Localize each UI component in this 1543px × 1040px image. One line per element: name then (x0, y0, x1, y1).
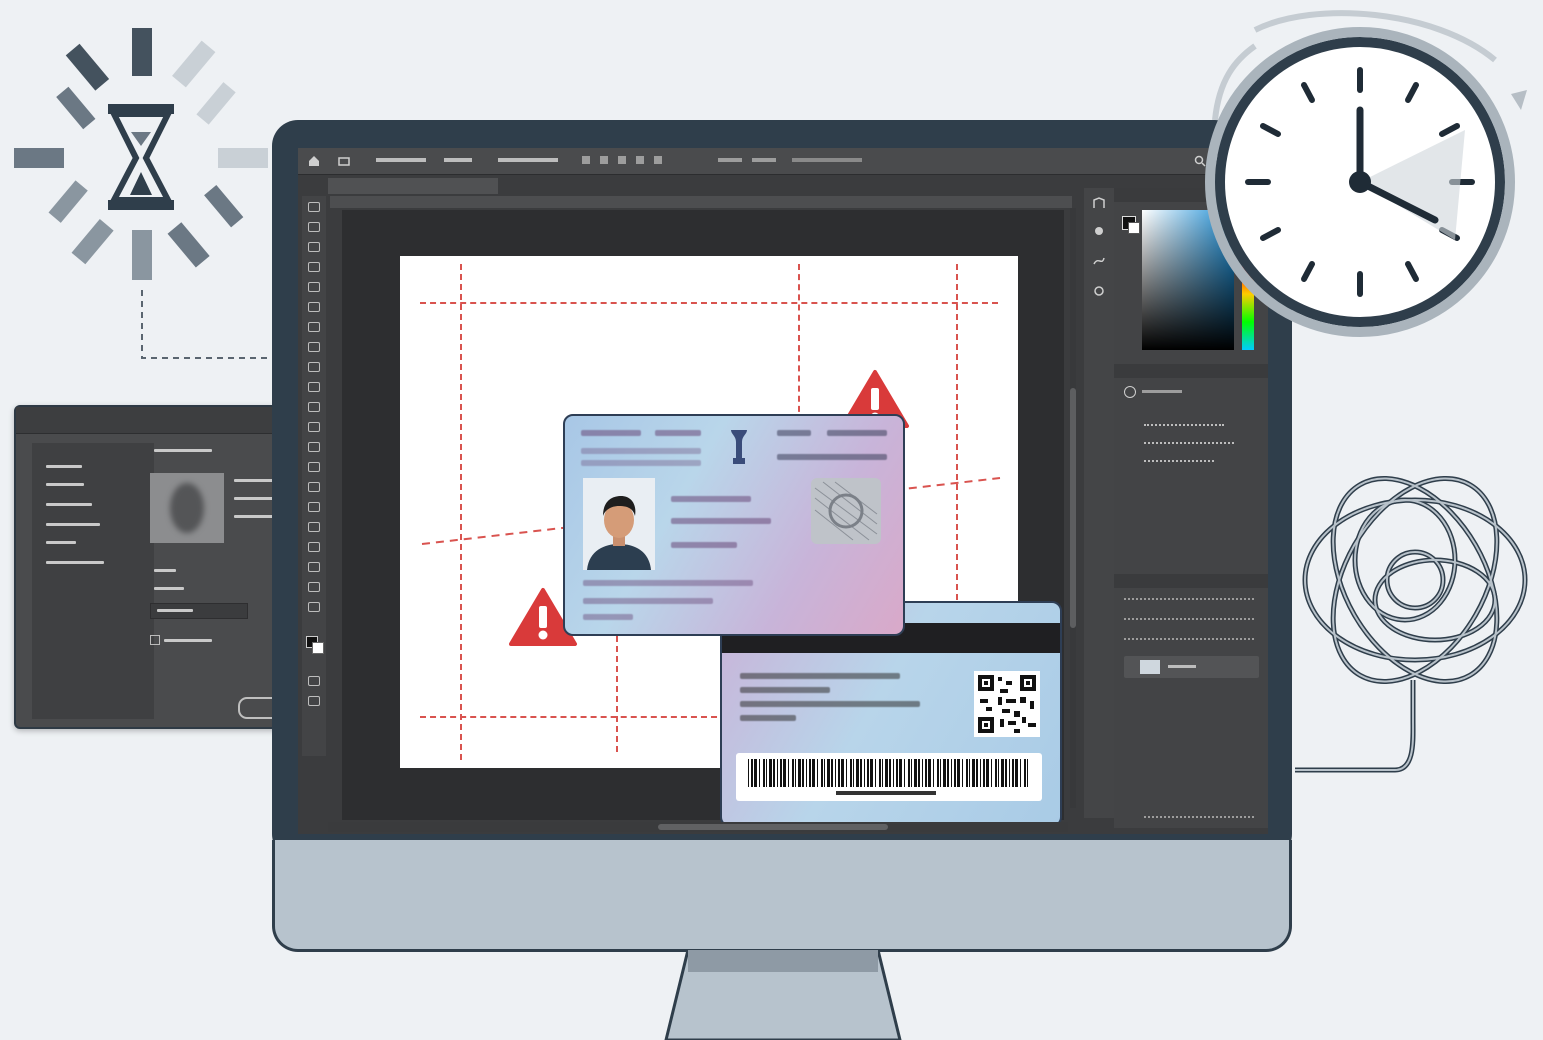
layers-panel-header (1114, 574, 1268, 588)
id-card-front[interactable] (563, 414, 905, 636)
image-editor-window (298, 148, 1268, 834)
menu-option[interactable] (752, 158, 776, 162)
monitor-stand (664, 950, 902, 1040)
screen-mode-icon[interactable] (308, 696, 320, 706)
layer-actions[interactable] (1144, 816, 1254, 826)
document-canvas[interactable] (400, 256, 1062, 827)
list-item[interactable] (46, 541, 76, 544)
monitor-chin (272, 840, 1292, 952)
menu-option[interactable] (376, 158, 426, 162)
layer-opacity-controls[interactable] (1124, 618, 1254, 628)
dialog-text (234, 479, 274, 482)
magic-wand-tool-icon[interactable] (308, 262, 320, 272)
libraries-icon[interactable] (1092, 284, 1106, 298)
dialog-checkbox[interactable] (150, 635, 160, 645)
path-select-tool-icon[interactable] (308, 522, 320, 532)
crop-tool-icon[interactable] (308, 282, 320, 292)
brush-tool-icon[interactable] (308, 342, 320, 352)
pen-tool-icon[interactable] (308, 482, 320, 492)
tangled-cable-icon (1295, 476, 1528, 773)
edit-toolbar-icon[interactable] (308, 602, 320, 612)
tools-panel (302, 196, 326, 756)
blur-tool-icon[interactable] (308, 442, 320, 452)
side-dialog-window (14, 405, 298, 729)
dialog-label (154, 569, 176, 572)
horizontal-ruler (330, 196, 1072, 208)
horizontal-scrollbar[interactable] (658, 824, 888, 830)
background-color-swatch[interactable] (312, 642, 324, 654)
menu-option[interactable] (792, 158, 862, 162)
dialog-text (234, 515, 274, 518)
hand-tool-icon[interactable] (308, 562, 320, 572)
layer-thumbnail (1140, 660, 1160, 674)
properties-panel-header (1114, 364, 1268, 378)
brush-settings-icon[interactable] (1092, 224, 1106, 238)
adjust-icon[interactable] (1092, 254, 1106, 268)
loading-spinner-icon (14, 28, 268, 280)
home-icon[interactable] (308, 155, 320, 167)
qr-code-icon (974, 671, 1040, 737)
dialog-checkbox-label (164, 639, 212, 642)
list-item[interactable] (46, 503, 92, 506)
menu-option[interactable] (718, 158, 742, 162)
dialog-menu-list (32, 443, 154, 719)
properties-icon (1124, 386, 1136, 398)
dialog-dropdown[interactable] (150, 603, 248, 619)
type-tool-icon[interactable] (308, 502, 320, 512)
dialog-titlebar (16, 407, 296, 434)
barcode-icon (736, 753, 1042, 801)
person-photo-icon (583, 478, 655, 570)
dodge-tool-icon[interactable] (308, 462, 320, 472)
properties-controls[interactable] (1144, 424, 1234, 464)
zoom-tool-icon[interactable] (308, 582, 320, 592)
shape-tool-icon[interactable] (308, 542, 320, 552)
hourglass-icon (108, 104, 174, 210)
list-item[interactable] (46, 523, 100, 526)
menu-bar (298, 148, 1268, 175)
menu-option[interactable] (498, 158, 558, 162)
dialog-text (234, 497, 274, 500)
list-item[interactable] (46, 483, 84, 486)
healing-tool-icon[interactable] (308, 322, 320, 332)
align-icons[interactable] (582, 156, 672, 164)
menu-option[interactable] (444, 158, 472, 162)
hologram-icon (811, 478, 881, 544)
layer-blend-controls[interactable] (1124, 598, 1254, 608)
tool-options-icon[interactable] (338, 155, 350, 167)
national-emblem-icon (731, 430, 747, 464)
clone-stamp-tool-icon[interactable] (308, 362, 320, 372)
move-tool-icon[interactable] (308, 202, 320, 212)
dashed-connector (141, 290, 280, 359)
properties-label (1142, 390, 1182, 393)
document-tab[interactable] (328, 178, 498, 194)
dialog-heading (154, 449, 212, 452)
eyedropper-tool-icon[interactable] (308, 302, 320, 312)
quick-mask-icon[interactable] (308, 676, 320, 686)
layer-name (1168, 665, 1196, 668)
layer-row[interactable] (1124, 656, 1259, 678)
panel-icon-strip (1084, 188, 1114, 818)
gradient-tool-icon[interactable] (308, 422, 320, 432)
vertical-scrollbar[interactable] (1070, 208, 1076, 808)
dialog-label (154, 587, 184, 590)
eraser-tool-icon[interactable] (308, 402, 320, 412)
status-bar (328, 822, 1068, 832)
list-item[interactable] (46, 561, 104, 564)
marquee-tool-icon[interactable] (308, 222, 320, 232)
list-item[interactable] (46, 465, 82, 468)
background-color-chip[interactable] (1128, 222, 1140, 234)
history-icon[interactable] (1092, 196, 1106, 210)
layer-lock-controls[interactable] (1124, 638, 1254, 648)
fingerprint-preview (150, 473, 224, 543)
clock-icon (1205, 10, 1527, 337)
history-brush-tool-icon[interactable] (308, 382, 320, 392)
lasso-tool-icon[interactable] (308, 242, 320, 252)
